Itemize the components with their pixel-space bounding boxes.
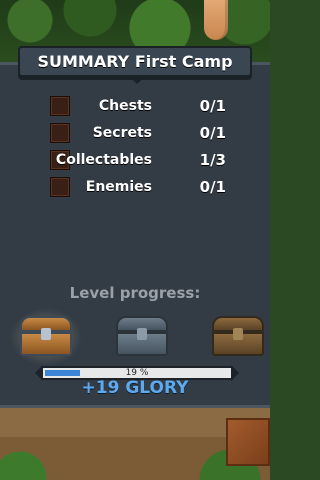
enemies-checkbox: [50, 177, 70, 197]
silver-chest-icon: [114, 316, 170, 358]
stat-value: 1/3: [199, 151, 226, 169]
stat-label: Collectables: [55, 152, 152, 168]
page-title: SUMMARY First Camp: [37, 52, 233, 71]
stat-row-chests: Chests 0/1: [50, 96, 230, 116]
pointing-hand-icon: [204, 0, 228, 40]
stat-row-collectables: Collectables 1/3: [50, 150, 230, 170]
stat-label: Secrets: [92, 125, 152, 141]
stat-row-secrets: Secrets 0/1: [50, 123, 230, 143]
stat-row-enemies: Enemies 0/1: [50, 177, 230, 197]
summary-title-banner: SUMMARY First Camp: [18, 46, 252, 84]
crate-icon: [226, 418, 270, 466]
stat-value: 0/1: [199, 97, 226, 115]
stat-value: 0/1: [199, 124, 226, 142]
stat-label: Chests: [98, 98, 152, 114]
secrets-checkbox: [50, 123, 70, 143]
level-progress-heading: Level progress:: [69, 284, 201, 302]
stat-value: 0/1: [199, 178, 226, 196]
gold-chest-icon: [210, 316, 266, 358]
chests-checkbox: [50, 96, 70, 116]
glory-reward: +19 GLORY: [81, 378, 189, 398]
stat-label: Enemies: [85, 179, 152, 195]
bronze-chest-icon: [10, 308, 82, 366]
